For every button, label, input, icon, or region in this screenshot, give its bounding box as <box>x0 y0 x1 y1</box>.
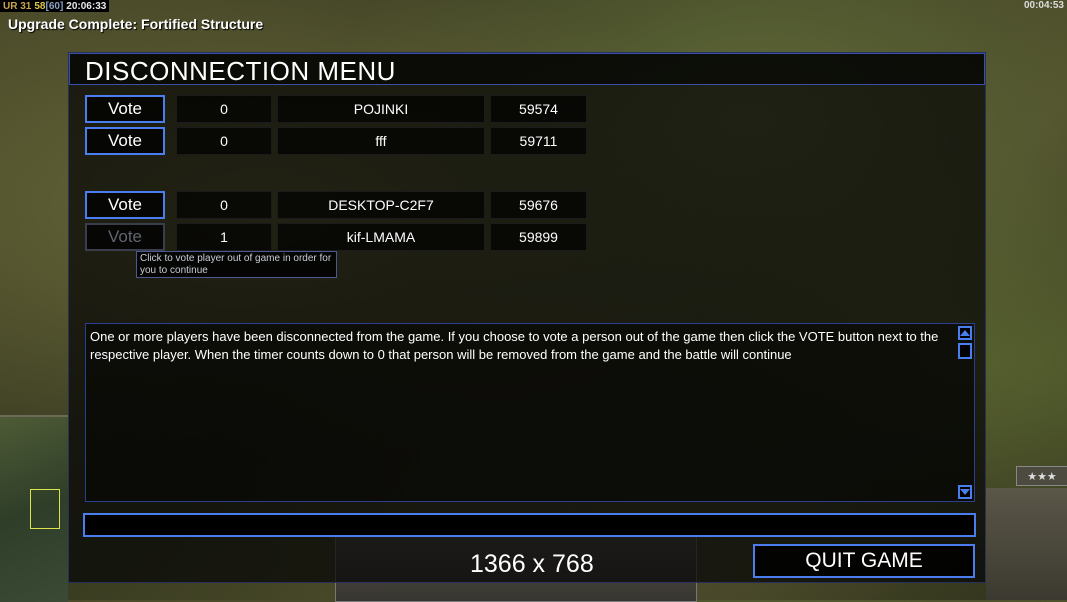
hud-stat-2: 58 <box>34 0 46 12</box>
message-box: One or more players have been disconnect… <box>85 323 975 502</box>
minimap-viewport <box>30 489 60 529</box>
player-name: fff <box>277 127 485 155</box>
unit-panel <box>986 488 1067 600</box>
vote-tooltip: Click to vote player out of game in orde… <box>136 251 337 278</box>
vote-button-disabled[interactable]: Vote <box>85 223 165 251</box>
player-name: kif-LMAMA <box>277 223 485 251</box>
vote-count: 1 <box>176 223 272 251</box>
vote-count: 0 <box>176 95 272 123</box>
disconnect-message: One or more players have been disconnect… <box>90 329 939 362</box>
player-port: 59711 <box>490 127 587 155</box>
vote-button[interactable]: Vote <box>85 191 165 219</box>
quit-game-button[interactable]: QUIT GAME <box>753 544 975 578</box>
menu-title-bar: DISCONNECTION MENU <box>69 53 985 86</box>
arrow-down-icon <box>960 489 970 495</box>
disconnection-menu: DISCONNECTION MENU Vote 0 POJINKI 59574 … <box>68 52 986 583</box>
hud-stat-3: [60] <box>45 0 64 12</box>
hud-clock: 20:06:33 <box>66 0 107 12</box>
chat-input[interactable] <box>83 513 976 537</box>
vote-button[interactable]: Vote <box>85 95 165 123</box>
rank-stars: ★★★ <box>1016 466 1067 486</box>
arrow-up-icon <box>960 330 970 336</box>
vote-button[interactable]: Vote <box>85 127 165 155</box>
minimap[interactable] <box>0 415 68 602</box>
vote-count: 0 <box>176 191 272 219</box>
scrollbar-thumb[interactable] <box>958 343 972 359</box>
player-port: 59899 <box>490 223 587 251</box>
hud-stats: UR 31 58 [60] 20:06:33 <box>0 0 110 12</box>
scroll-up-button[interactable] <box>958 326 972 340</box>
player-name: POJINKI <box>277 95 485 123</box>
game-timer: 00:04:53 <box>1023 0 1064 11</box>
vote-count: 0 <box>176 127 272 155</box>
player-name: DESKTOP-C2F7 <box>277 191 485 219</box>
upgrade-notification: Upgrade Complete: Fortified Structure <box>8 16 264 32</box>
hud-stat-1: UR 31 <box>3 0 32 12</box>
scroll-down-button[interactable] <box>958 485 972 499</box>
player-port: 59574 <box>490 95 587 123</box>
resolution-overlay: 1366 x 768 <box>470 550 594 578</box>
menu-title: DISCONNECTION MENU <box>85 56 396 86</box>
player-port: 59676 <box>490 191 587 219</box>
